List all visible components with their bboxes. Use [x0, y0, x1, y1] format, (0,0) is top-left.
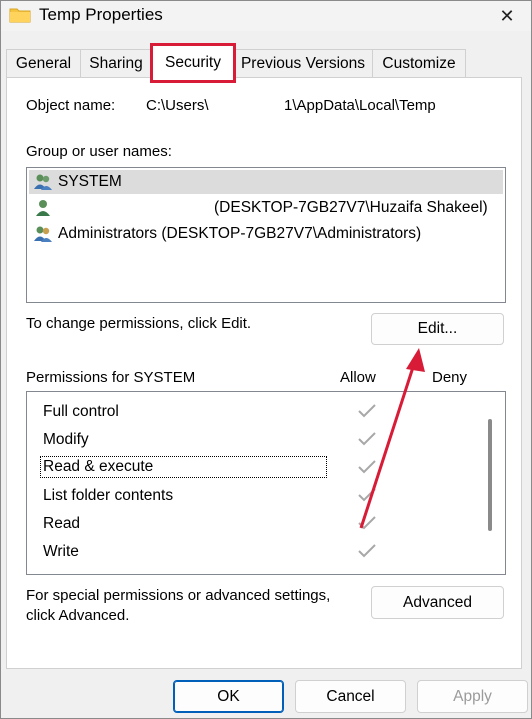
tab-security[interactable]: Security — [150, 43, 236, 83]
close-button[interactable]: ✕ — [489, 3, 525, 29]
edit-button[interactable]: Edit... — [371, 313, 504, 345]
group-names-label: Group or user names: — [26, 143, 172, 160]
user-row-system[interactable]: SYSTEM — [29, 170, 503, 194]
object-name-label: Object name: — [26, 97, 116, 114]
permission-row: List folder contents — [41, 483, 501, 509]
tab-sharing[interactable]: Sharing — [80, 49, 152, 77]
deny-header: Deny — [432, 369, 468, 386]
advanced-button[interactable]: Advanced — [371, 586, 504, 619]
permissions-listbox[interactable]: Full control Modify Read & execute List … — [26, 391, 506, 575]
check-icon — [358, 544, 376, 558]
apply-button[interactable]: Apply — [417, 680, 528, 713]
advanced-hint-line2: click Advanced. — [26, 607, 130, 624]
user-icon — [36, 200, 50, 216]
tab-general[interactable]: General — [6, 49, 81, 77]
user-row-huzaifa[interactable]: (DESKTOP-7GB27V7\Huzaifa Shakeel) — [29, 196, 503, 220]
object-name-value-suffix: 1\AppData\Local\Temp — [284, 97, 436, 114]
permission-name: Modify — [43, 431, 89, 448]
user-row-administrators[interactable]: Administrators (DESKTOP-7GB27V7\Administ… — [29, 222, 503, 246]
permission-name: Full control — [43, 403, 119, 420]
check-icon — [358, 460, 376, 474]
permission-name: Read — [43, 515, 81, 532]
users-listbox[interactable]: SYSTEM (DESKTOP-7GB27V7\Huzaifa Shakeel)… — [26, 167, 506, 303]
cancel-button[interactable]: Cancel — [295, 680, 406, 713]
user-name: Administrators (DESKTOP-7GB27V7\Administ… — [58, 225, 422, 242]
folder-icon — [9, 8, 31, 23]
check-icon — [358, 516, 376, 530]
allow-header: Allow — [340, 369, 376, 386]
tab-customize[interactable]: Customize — [372, 49, 466, 77]
permissions-for-label: Permissions for SYSTEM — [26, 369, 196, 386]
advanced-hint-line1: For special permissions or advanced sett… — [26, 587, 331, 604]
tab-strip: General Sharing Security Previous Versio… — [1, 39, 531, 83]
permission-row: Modify — [41, 427, 501, 453]
permission-row: Read & execute — [40, 455, 501, 481]
permission-name: Write — [43, 543, 79, 560]
title-bar: Temp Properties ✕ — [1, 1, 531, 31]
users-group-icon — [34, 226, 52, 242]
users-group-icon — [34, 174, 52, 190]
change-permissions-hint: To change permissions, click Edit. — [26, 315, 252, 332]
permission-row: Full control — [41, 399, 501, 425]
ok-button[interactable]: OK — [173, 680, 284, 713]
user-name: SYSTEM — [58, 173, 122, 190]
permission-row: Read — [41, 511, 501, 537]
permissions-scrollbar[interactable] — [488, 419, 492, 531]
user-name: (DESKTOP-7GB27V7\Huzaifa Shakeel) — [214, 199, 488, 216]
permission-name: List folder contents — [43, 487, 174, 504]
check-icon — [358, 432, 376, 446]
close-icon: ✕ — [499, 5, 515, 26]
window-title: Temp Properties — [39, 5, 163, 24]
permission-name: Read & execute — [40, 456, 327, 478]
check-icon — [358, 404, 376, 418]
check-icon — [358, 488, 376, 502]
object-name-value-prefix: C:\Users\ — [146, 97, 209, 114]
tab-previous-versions[interactable]: Previous Versions — [233, 49, 373, 77]
properties-dialog: Temp Properties ✕ General Sharing Securi… — [0, 0, 532, 719]
permission-row: Write — [41, 539, 501, 565]
